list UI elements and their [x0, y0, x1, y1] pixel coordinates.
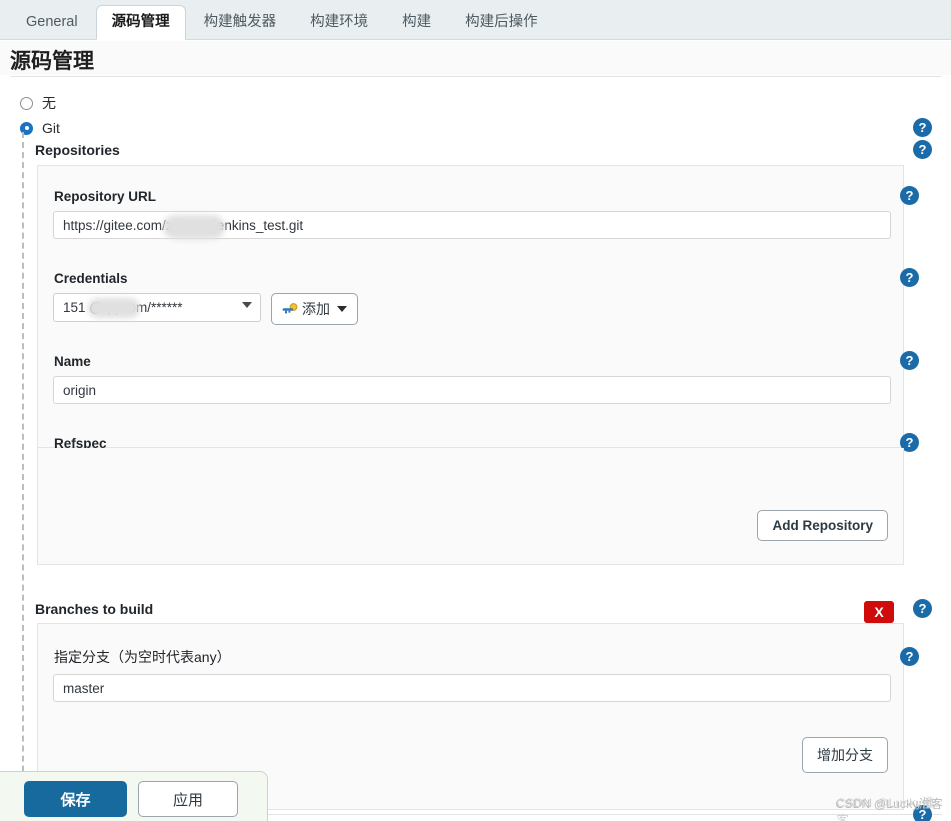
help-icon-repository-url[interactable]: ? — [900, 186, 919, 205]
caret-down-icon — [337, 306, 347, 312]
title-divider — [10, 76, 941, 77]
name-input[interactable] — [53, 376, 891, 404]
credentials-select-wrap: 151 @qq.com/****** — [53, 293, 261, 322]
repository-panel: Repository URL ? Credentials ? 151 @qq.c… — [37, 165, 919, 486]
add-credentials-label: 添加 — [302, 301, 330, 317]
scm-option-git[interactable]: Git — [20, 120, 60, 136]
repository-panel-footer: Add Repository — [37, 448, 904, 565]
add-repository-button[interactable]: Add Repository — [757, 510, 888, 541]
tab-general[interactable]: General — [10, 5, 94, 39]
add-credentials-button[interactable]: 添加 — [271, 293, 358, 325]
tab-post-build-actions[interactable]: 构建后操作 — [449, 5, 554, 39]
branches-to-build-label: Branches to build — [35, 601, 154, 617]
scm-option-none[interactable]: 无 — [20, 93, 56, 113]
jenkins-job-config-page: General 源码管理 构建触发器 构建环境 构建 构建后操作 源码管理 无 … — [0, 0, 951, 821]
radio-none-label: 无 — [42, 95, 56, 111]
delete-branch-button[interactable]: X — [864, 601, 894, 623]
credentials-label: Credentials — [54, 271, 128, 286]
branch-specifier-label: 指定分支（为空时代表any） — [54, 649, 231, 665]
form-action-bar: 保存 应用 — [0, 771, 268, 821]
help-icon-credentials[interactable]: ? — [900, 268, 919, 287]
key-icon — [282, 302, 298, 314]
branch-specifier-input[interactable] — [53, 674, 891, 702]
help-icon-branches[interactable]: ? — [913, 599, 932, 618]
radio-git-label: Git — [42, 120, 60, 136]
watermark-text-ghost: CSDN @Lucky淮客 — [835, 795, 935, 821]
tab-build[interactable]: 构建 — [386, 5, 447, 39]
tab-build-triggers[interactable]: 构建触发器 — [188, 5, 293, 39]
help-icon-git[interactable]: ? — [913, 118, 932, 137]
apply-button[interactable]: 应用 — [138, 781, 238, 817]
tab-build-environment[interactable]: 构建环境 — [294, 5, 384, 39]
watermark: CSDN @Lucky淮客 CSDN @Lucky淮客 — [836, 795, 943, 821]
config-tab-bar: General 源码管理 构建触发器 构建环境 构建 构建后操作 — [0, 0, 951, 40]
repositories-label: Repositories — [35, 142, 120, 158]
scm-body: 无 Git ? ? Repositories Repository URL ? … — [0, 78, 951, 821]
help-icon-branch-specifier[interactable]: ? — [900, 647, 919, 666]
name-label: Name — [54, 354, 91, 369]
tab-source-code-management[interactable]: 源码管理 — [95, 5, 186, 40]
radio-none[interactable] — [20, 96, 33, 110]
help-icon-name[interactable]: ? — [900, 351, 919, 370]
help-icon-repositories[interactable]: ? — [913, 140, 932, 159]
page-title: 源码管理 — [0, 41, 951, 75]
add-branch-button[interactable]: 增加分支 — [802, 737, 888, 773]
save-button[interactable]: 保存 — [24, 781, 127, 817]
git-section-guide — [22, 132, 24, 821]
repository-url-input[interactable] — [53, 211, 891, 239]
repository-url-label: Repository URL — [54, 189, 157, 204]
credentials-select[interactable]: 151 @qq.com/****** — [53, 293, 261, 322]
